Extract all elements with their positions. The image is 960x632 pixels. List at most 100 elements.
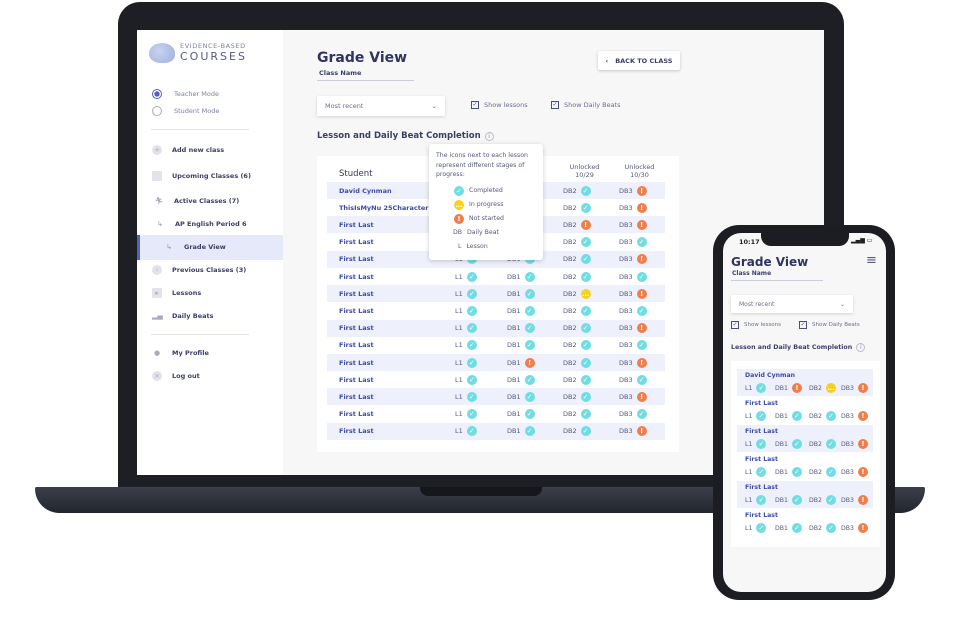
student-name-link[interactable]: First Last	[327, 255, 437, 263]
phone-show-lessons-checkbox[interactable]: ✓ Show lessons	[731, 321, 781, 329]
check-icon: ✓	[466, 357, 477, 368]
student-name-link[interactable]: First Last	[327, 341, 437, 349]
exclamation-icon: !	[636, 391, 647, 402]
student-name-link[interactable]: First Last	[327, 376, 437, 384]
status-cell: DB2!	[563, 219, 591, 230]
section-title-text: Lesson and Daily Beat Completion	[731, 344, 853, 351]
status-cell: L1✓	[455, 305, 477, 316]
status-cell: DB3 ✓	[619, 340, 647, 351]
cell-label: DB3	[619, 255, 633, 264]
cell-label: DB3	[841, 440, 854, 448]
cell-label: L1	[455, 324, 463, 333]
student-name-link[interactable]: First Last	[745, 456, 778, 463]
cell-label: DB1	[775, 468, 788, 476]
nav-grade-view[interactable]: ↳ Grade View	[164, 240, 226, 254]
phone-sort-select[interactable]: Most recent ⌄	[731, 295, 853, 313]
check-icon: ✓	[580, 185, 591, 196]
hamburger-menu-icon[interactable]: ≡	[866, 254, 877, 267]
student-name-link[interactable]: First Last	[327, 410, 437, 418]
nav-my-profile[interactable]: ● My Profile	[152, 346, 209, 360]
cell-label: L1	[745, 496, 753, 504]
check-icon: ✓	[580, 391, 591, 402]
exclamation-icon: !	[857, 411, 868, 421]
student-name-link[interactable]: First Last	[327, 324, 437, 332]
cell-label: DB3	[619, 289, 633, 298]
student-name-link[interactable]: ThisIsMyNu 25CharacterN	[327, 204, 437, 212]
status-cell: DB2 ✓	[563, 357, 591, 368]
nav-label: My Profile	[172, 349, 209, 357]
student-mode-radio[interactable]: Student Mode	[152, 106, 219, 116]
status-cell: DB2…	[809, 383, 836, 393]
check-icon: ✓	[636, 374, 647, 385]
student-name-link[interactable]: First Last	[327, 238, 437, 246]
checkbox-checked-icon: ✓	[471, 101, 479, 109]
nav-lessons[interactable]: ▸ Lessons	[152, 286, 201, 300]
cell-label: DB3	[619, 410, 633, 419]
cell-label: DB2	[563, 358, 577, 367]
exclamation-icon: !	[857, 383, 868, 393]
student-name-link[interactable]: First Last	[745, 484, 778, 491]
status-cell: DB2 ✓	[809, 495, 836, 505]
cell-label: DB3	[619, 375, 633, 384]
teacher-mode-radio[interactable]: Teacher Mode	[152, 89, 219, 99]
status-cell: DB3 ✓	[619, 271, 647, 282]
student-name-link[interactable]: First Last	[327, 290, 437, 298]
student-name-link[interactable]: First Last	[745, 428, 778, 435]
nav-previous-classes[interactable]: ‹ Previous Classes (3)	[152, 263, 246, 277]
brand-logo[interactable]: EVIDENCE-BASED COURSES	[149, 42, 247, 63]
cell-label: DB2	[563, 375, 577, 384]
status-cell: DB1✓	[775, 495, 802, 505]
status-cell: DB2 ✓	[809, 439, 836, 449]
check-icon: ✓	[524, 391, 535, 402]
back-label: BACK TO CLASS	[615, 56, 673, 65]
student-name-link[interactable]: First Last	[327, 359, 437, 367]
student-name-link[interactable]: First Last	[327, 393, 437, 401]
checkbox-checked-icon: ✓	[731, 321, 739, 329]
check-icon: ✓	[466, 426, 477, 437]
cell-label: DB3	[619, 341, 633, 350]
back-to-class-button[interactable]: ‹ BACK TO CLASS	[598, 51, 680, 70]
student-name-link[interactable]: David Cynman	[745, 372, 795, 379]
student-name-link[interactable]: First Last	[745, 512, 778, 519]
cell-label: DB2	[563, 427, 577, 436]
student-name-link[interactable]: First Last	[745, 400, 778, 407]
phone-show-daily-beats-checkbox[interactable]: ✓ Show Daily Beats	[799, 321, 860, 329]
check-icon: ✓	[636, 340, 647, 351]
check-icon: ✓	[524, 323, 535, 334]
ellipsis-icon: …	[454, 199, 464, 210]
cell-label: DB2	[563, 289, 577, 298]
legend-lesson: L Lesson	[458, 240, 536, 254]
nav-add-new-class[interactable]: + Add new class	[152, 143, 224, 157]
student-name-link[interactable]: David Cynman	[327, 187, 437, 195]
student-name-link[interactable]: First Last	[327, 221, 437, 229]
bar-chart-icon: ▂▄	[152, 312, 163, 320]
check-icon: ✓	[524, 271, 535, 282]
info-icon[interactable]: i	[856, 343, 866, 352]
brand-line1: EVIDENCE-BASED	[180, 42, 246, 50]
nav-daily-beats[interactable]: ▂▄ Daily Beats	[152, 309, 213, 323]
status-cell: DB1✓	[507, 340, 535, 351]
student-name-link[interactable]: First Last	[327, 307, 437, 315]
sort-select[interactable]: Most recent ⌄	[317, 96, 445, 116]
check-icon: ✓	[524, 340, 535, 351]
student-name-link[interactable]: First Last	[327, 273, 437, 281]
exclamation-icon: !	[857, 467, 868, 477]
check-icon: ✓	[756, 411, 767, 421]
status-cell: DB2 ✓	[563, 374, 591, 385]
show-lessons-checkbox[interactable]: ✓ Show lessons	[471, 101, 528, 109]
info-icon[interactable]: i	[484, 131, 494, 141]
phone-class-name: Class Name	[732, 270, 772, 277]
nav-upcoming-classes[interactable]: Upcoming Classes (6)	[152, 169, 251, 183]
cell-label: DB1	[507, 427, 521, 436]
nav-ap-english[interactable]: ↳ AP English Period 6	[155, 217, 246, 231]
student-name-link[interactable]: First Last	[327, 427, 437, 435]
check-icon: ✓	[454, 185, 464, 196]
cell-label: DB1	[507, 410, 521, 419]
nav-label: Upcoming Classes (6)	[172, 172, 251, 180]
show-daily-beats-checkbox[interactable]: ✓ Show Daily Beats	[551, 101, 621, 109]
nav-active-classes[interactable]: 🏃︎ Active Classes (7)	[154, 194, 240, 208]
nav-label: Daily Beats	[172, 312, 214, 320]
cell-label: DB2	[563, 306, 577, 315]
nav-log-out[interactable]: × Log out	[152, 369, 200, 383]
status-cell: L1✓	[455, 426, 477, 437]
